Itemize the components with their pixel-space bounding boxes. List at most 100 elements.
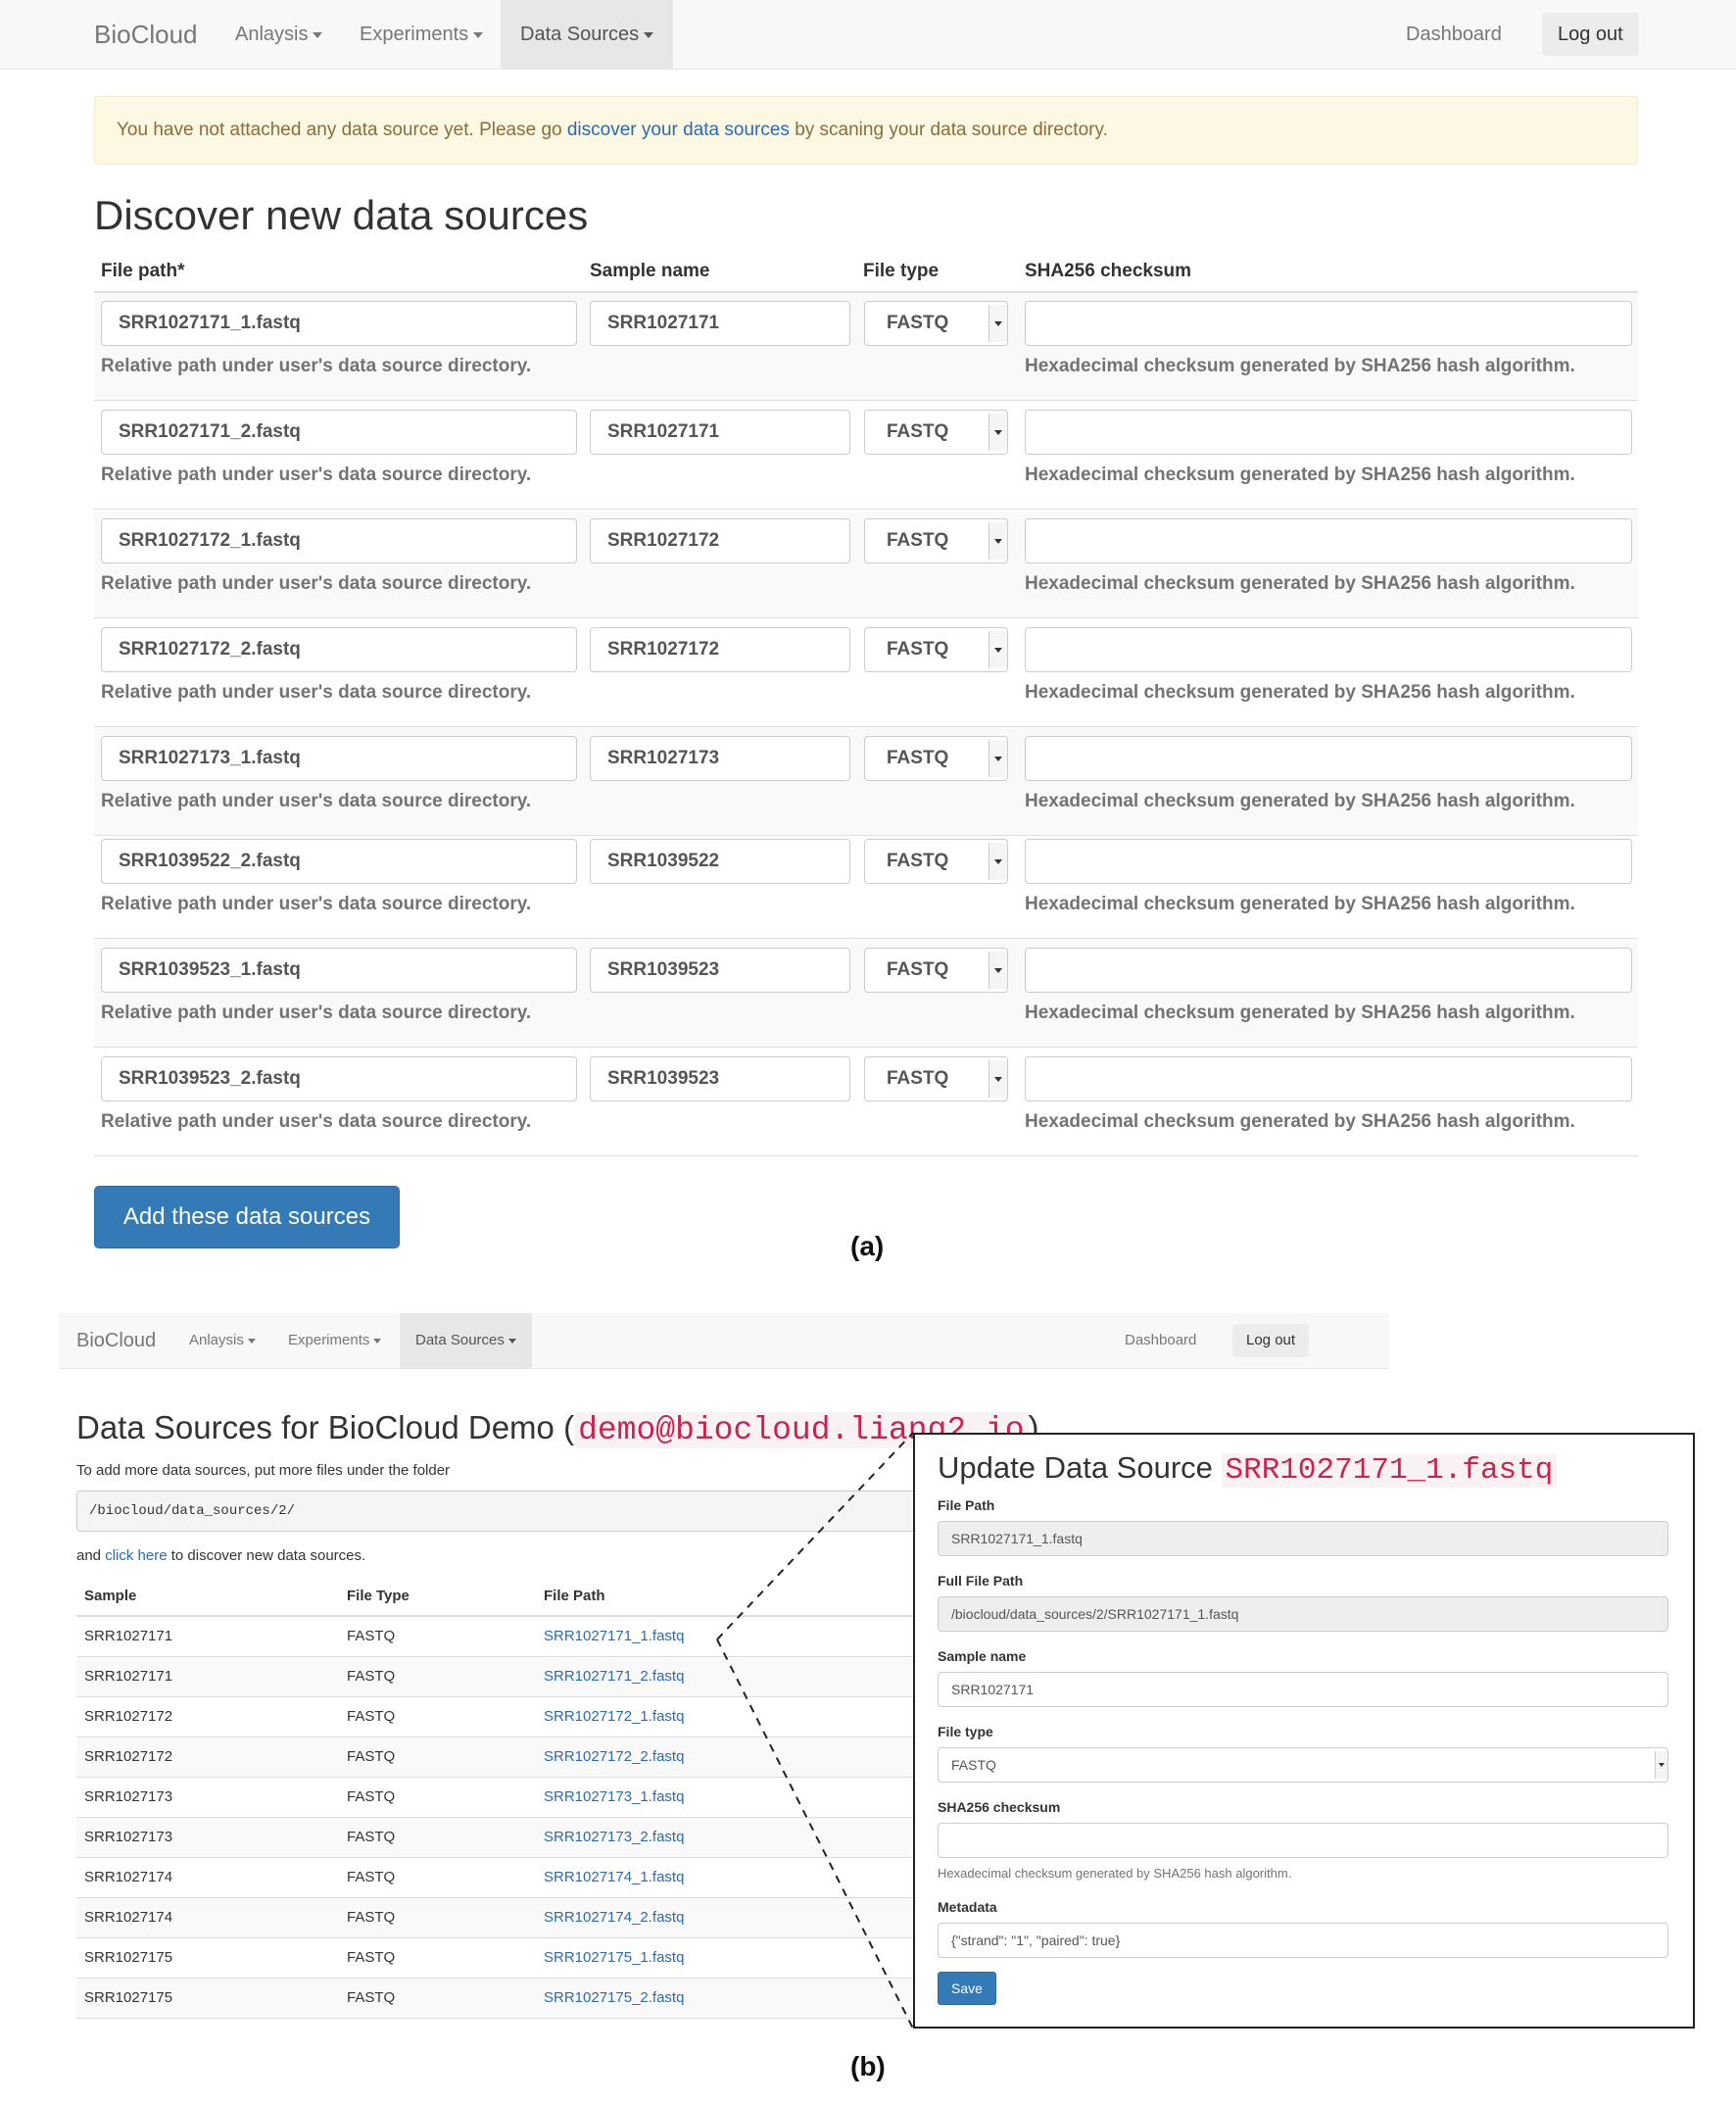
file-type-select[interactable]: FASTQ — [938, 1747, 1668, 1783]
file-type-cell: FASTQ — [347, 1869, 396, 1885]
brand-logo[interactable]: BioCloud — [94, 0, 198, 69]
file-path-link[interactable]: SRR1027175_2.fastq — [544, 1979, 684, 2018]
file-path-link[interactable]: SRR1027174_1.fastq — [544, 1858, 684, 1897]
sample-name-input[interactable]: SRR1027171 — [590, 410, 850, 455]
add-data-sources-button[interactable]: Add these data sources — [94, 1186, 400, 1248]
file-path-input[interactable]: SRR1027173_1.fastq — [101, 736, 577, 781]
menu-data-sources[interactable]: Data Sources — [400, 1313, 532, 1368]
file-path-input[interactable]: SRR1027172_2.fastq — [101, 627, 577, 672]
checksum-input[interactable] — [1025, 1056, 1632, 1101]
sample-name-input[interactable]: SRR1027172 — [590, 627, 850, 672]
file-type-select[interactable]: FASTQ — [864, 948, 1008, 993]
file-type-select[interactable]: FASTQ — [864, 301, 1008, 346]
discover-link[interactable]: discover your data sources — [567, 120, 790, 140]
discover-row: SRR1027171_2.fastq SRR1027171 FASTQ Relativ… — [94, 402, 1638, 510]
checksum-input[interactable] — [1025, 410, 1632, 455]
file-path-input[interactable]: SRR1027171_1.fastq — [101, 301, 577, 346]
checksum-input[interactable] — [1025, 301, 1632, 346]
file-path-input[interactable]: SRR1039522_2.fastq — [101, 839, 577, 884]
sample-cell: SRR1027174 — [84, 1909, 173, 1926]
sample-name-field[interactable]: SRR1027171 — [938, 1672, 1668, 1707]
sample-name-input[interactable]: SRR1039522 — [590, 839, 850, 884]
file-type-cell: FASTQ — [347, 1989, 396, 2006]
select-arrow-icon — [989, 843, 1007, 880]
col-file-type: File Type — [347, 1588, 410, 1604]
file-path-input[interactable]: SRR1027172_1.fastq — [101, 518, 577, 563]
col-sample: Sample — [84, 1588, 137, 1604]
brand-logo[interactable]: BioCloud — [76, 1313, 156, 1368]
navbar-a: BioCloud Anlaysis Experiments Data Sourc… — [0, 0, 1736, 70]
page-title: Data Sources for BioCloud Demo (demo@bio… — [76, 1409, 1039, 1448]
checksum-help: Hexadecimal checksum generated by SHA256… — [938, 1866, 1292, 1881]
table-row: SRR1027174 FASTQ SRR1027174_2.fastq — [76, 1898, 919, 1938]
sample-cell: SRR1027173 — [84, 1788, 173, 1805]
save-button[interactable]: Save — [938, 1972, 996, 2005]
table-row: SRR1027174 FASTQ SRR1027174_1.fastq — [76, 1858, 919, 1898]
file-type-select[interactable]: FASTQ — [864, 518, 1008, 563]
file-path-link[interactable]: SRR1027175_1.fastq — [544, 1938, 684, 1978]
file-path-link[interactable]: SRR1027174_2.fastq — [544, 1898, 684, 1937]
nav-dashboard[interactable]: Dashboard — [1125, 1313, 1196, 1368]
menu-analysis[interactable]: Anlaysis — [189, 1313, 256, 1368]
file-type-select[interactable]: FASTQ — [864, 627, 1008, 672]
menu-analysis[interactable]: Anlaysis — [235, 0, 323, 69]
file-path-link[interactable]: SRR1027172_1.fastq — [544, 1697, 684, 1736]
menu-experiments[interactable]: Experiments — [360, 0, 484, 69]
full-path-label: Full File Path — [938, 1573, 1024, 1589]
table-row: SRR1027173 FASTQ SRR1027173_2.fastq — [76, 1818, 919, 1858]
path-help-text: Relative path under user's data source d… — [101, 894, 532, 914]
sample-name-input[interactable]: SRR1027173 — [590, 736, 850, 781]
path-help-text: Relative path under user's data source d… — [101, 682, 532, 703]
discover-row: SRR1027171_1.fastq SRR1027171 FASTQ Relativ… — [94, 293, 1638, 401]
file-type-cell: FASTQ — [347, 1628, 396, 1644]
file-path-input[interactable]: SRR1027171_2.fastq — [101, 410, 577, 455]
full-path-field[interactable]: /biocloud/data_sources/2/SRR1027171_1.fa… — [938, 1596, 1668, 1632]
sample-name-input[interactable]: SRR1039523 — [590, 1056, 850, 1101]
logout-button[interactable]: Log out — [1232, 1324, 1310, 1357]
file-path-link[interactable]: SRR1027172_2.fastq — [544, 1737, 684, 1777]
file-path-input[interactable]: SRR1039523_1.fastq — [101, 948, 577, 993]
file-type-select[interactable]: FASTQ — [864, 736, 1008, 781]
file-path-link[interactable]: SRR1027171_2.fastq — [544, 1657, 684, 1696]
checksum-label: SHA256 checksum — [938, 1799, 1061, 1815]
file-type-cell: FASTQ — [347, 1909, 396, 1926]
checksum-input[interactable] — [1025, 518, 1632, 563]
sample-name-input[interactable]: SRR1027172 — [590, 518, 850, 563]
checksum-field[interactable] — [938, 1823, 1668, 1858]
path-help-text: Relative path under user's data source d… — [101, 465, 532, 485]
discover-line: and click here to discover new data sour… — [76, 1547, 365, 1564]
sample-cell: SRR1027171 — [84, 1628, 173, 1644]
metadata-textarea[interactable]: {"strand": "1", "paired": true} — [938, 1923, 1668, 1958]
file-path-field[interactable]: SRR1027171_1.fastq — [938, 1521, 1668, 1556]
checksum-input[interactable] — [1025, 839, 1632, 884]
file-path-link[interactable]: SRR1027171_1.fastq — [544, 1617, 684, 1656]
col-sample-name: Sample name — [590, 261, 710, 281]
sample-name-input[interactable]: SRR1027171 — [590, 301, 850, 346]
table-row: SRR1027171 FASTQ SRR1027171_2.fastq — [76, 1657, 919, 1697]
alert-text-after: by scaning your data source directory. — [789, 120, 1108, 140]
sample-cell: SRR1027173 — [84, 1829, 173, 1845]
file-path-link[interactable]: SRR1027173_1.fastq — [544, 1778, 684, 1817]
file-path-link[interactable]: SRR1027173_2.fastq — [544, 1818, 684, 1857]
menu-experiments[interactable]: Experiments — [288, 1313, 382, 1368]
file-type-select[interactable]: FASTQ — [864, 839, 1008, 884]
checksum-input[interactable] — [1025, 948, 1632, 993]
table-row: SRR1027175 FASTQ SRR1027175_2.fastq — [76, 1979, 919, 2019]
file-type-label: File type — [938, 1724, 993, 1739]
checksum-help-text: Hexadecimal checksum generated by SHA256… — [1025, 573, 1575, 594]
file-type-select[interactable]: FASTQ — [864, 410, 1008, 455]
checksum-help-text: Hexadecimal checksum generated by SHA256… — [1025, 1003, 1575, 1023]
checksum-input[interactable] — [1025, 736, 1632, 781]
file-type-select[interactable]: FASTQ — [864, 1056, 1008, 1101]
logout-button[interactable]: Log out — [1542, 13, 1639, 56]
file-path-label: File Path — [938, 1497, 995, 1513]
file-path-input[interactable]: SRR1039523_2.fastq — [101, 1056, 577, 1101]
nav-dashboard[interactable]: Dashboard — [1406, 0, 1502, 69]
menu-data-sources[interactable]: Data Sources — [501, 0, 674, 69]
caret-down-icon — [313, 31, 323, 38]
click-here-link[interactable]: click here — [105, 1547, 167, 1564]
discover-row: SRR1039522_2.fastq SRR1039522 FASTQ Relativ… — [94, 831, 1638, 939]
sample-name-input[interactable]: SRR1039523 — [590, 948, 850, 993]
select-arrow-icon — [989, 740, 1007, 777]
checksum-input[interactable] — [1025, 627, 1632, 672]
